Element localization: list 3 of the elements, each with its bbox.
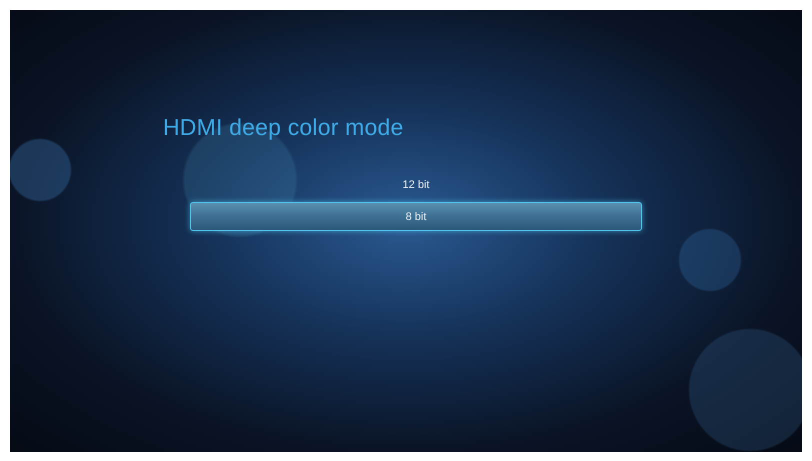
- menu-option[interactable]: 8 bit: [190, 202, 642, 231]
- menu-option[interactable]: 12 bit: [190, 170, 642, 199]
- menu-title: HDMI deep color mode: [163, 114, 404, 141]
